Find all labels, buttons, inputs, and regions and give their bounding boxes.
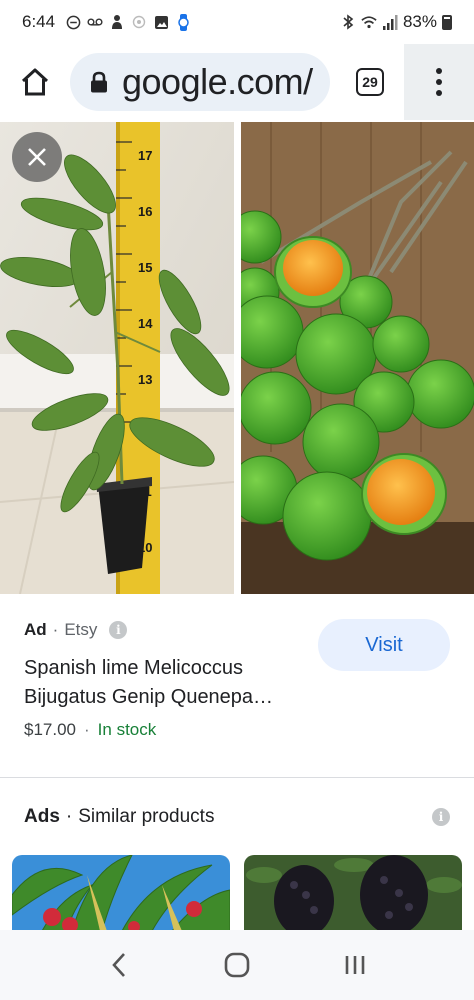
ad-separator: · — [52, 620, 59, 639]
menu-dot — [436, 79, 442, 85]
home-circle-icon — [224, 952, 250, 978]
similar-product-card[interactable] — [12, 855, 230, 931]
price-separator: · — [84, 720, 90, 739]
lock-icon — [90, 71, 108, 93]
ad-info: Ad · Etsy i Visit Spanish lime Melicoccu… — [0, 600, 474, 776]
ruler-mark: 17 — [138, 148, 152, 163]
similar-separator: · — [65, 806, 73, 827]
back-button[interactable] — [99, 945, 139, 985]
status-time: 6:44 — [22, 12, 56, 31]
seller-name: Etsy — [64, 620, 98, 639]
url-bar[interactable]: google.com/ — [70, 53, 330, 111]
photo-icon — [153, 14, 169, 30]
home-nav-button[interactable] — [217, 945, 257, 985]
info-icon[interactable]: i — [432, 808, 450, 826]
overflow-menu-button[interactable] — [404, 44, 474, 120]
ads-label: Ads — [24, 806, 60, 827]
notification-icon — [109, 14, 125, 30]
similar-products-header: Ads · Similar products i — [24, 806, 450, 828]
status-left: 6:44 — [22, 12, 191, 32]
home-icon — [21, 68, 49, 96]
minus-circle-icon — [65, 14, 81, 30]
status-right: 83% — [340, 12, 452, 32]
browser-toolbar: google.com/ 29 — [0, 44, 474, 120]
home-button[interactable] — [0, 44, 70, 120]
ad-meta: Ad · Etsy i — [24, 620, 128, 640]
plant-photo: 17 16 15 14 13 12 11 10 — [0, 122, 234, 594]
visit-button[interactable]: Visit — [318, 619, 450, 671]
menu-dot — [436, 68, 442, 74]
section-divider — [0, 777, 474, 778]
stock-status: In stock — [97, 720, 157, 739]
status-bar: 6:44 83% — [0, 0, 474, 44]
watch-icon — [175, 13, 191, 31]
close-icon — [28, 148, 46, 166]
price-row: $17.00 · In stock — [24, 720, 156, 740]
back-icon — [112, 953, 125, 977]
system-nav-bar — [0, 930, 474, 1000]
info-icon[interactable]: i — [109, 621, 128, 639]
price: $17.00 — [24, 720, 76, 739]
ruler-mark: 14 — [138, 316, 153, 331]
ruler-mark: 15 — [138, 260, 152, 275]
fruit-photo — [241, 122, 474, 594]
url-text: google.com/ — [122, 61, 313, 102]
recents-button[interactable] — [335, 945, 375, 985]
product-image-viewer[interactable]: 17 16 15 14 13 12 11 10 — [0, 122, 474, 594]
ruler-mark: 16 — [138, 204, 152, 219]
ad-label: Ad — [24, 620, 47, 639]
wifi-icon — [361, 14, 377, 30]
voicemail-icon — [87, 14, 103, 30]
similar-product-card[interactable] — [244, 855, 462, 931]
menu-dot — [436, 90, 442, 96]
recents-icon — [345, 956, 365, 974]
similar-products-list — [12, 855, 474, 931]
product-title[interactable]: Spanish lime Melicoccus Bijugatus Genip … — [24, 654, 314, 712]
close-image-button[interactable] — [12, 132, 62, 182]
bluetooth-icon — [340, 14, 356, 30]
tab-switcher-button[interactable]: 29 — [356, 68, 384, 96]
battery-percent: 83% — [402, 12, 437, 31]
signal-icon — [382, 14, 398, 30]
ruler-mark: 13 — [138, 372, 152, 387]
battery-icon — [442, 14, 452, 30]
similar-title: Similar products — [78, 806, 215, 827]
sync-icon — [131, 14, 147, 30]
